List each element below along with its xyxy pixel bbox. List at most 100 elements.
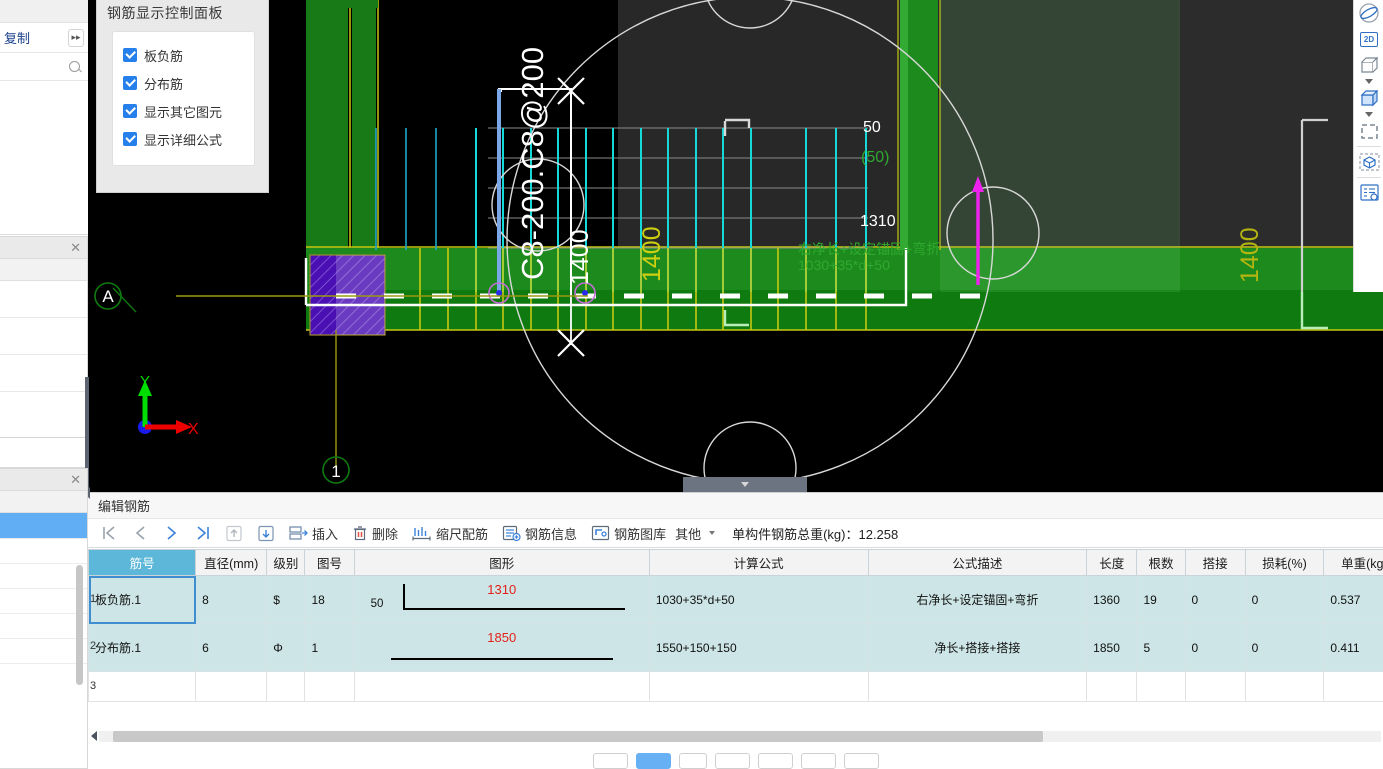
delete-row-button[interactable]: 删除 [345, 520, 405, 546]
page-button[interactable] [592, 753, 628, 769]
cell-loss[interactable]: 0 [1244, 575, 1325, 624]
cell-count[interactable] [1136, 671, 1186, 702]
scale-rebar-button[interactable]: 缩尺配筋 [405, 520, 495, 546]
cell-count[interactable]: 5 [1136, 623, 1186, 672]
col-header-8[interactable]: 根数 [1136, 549, 1186, 576]
cell-shape[interactable]: 50 1310 [353, 575, 650, 624]
last-record-icon[interactable] [187, 520, 218, 546]
viewport-collapse-tab[interactable] [683, 477, 807, 492]
cell-grade[interactable]: Φ [266, 623, 306, 672]
close-icon[interactable]: ✕ [70, 241, 81, 254]
list-item[interactable] [0, 539, 87, 564]
col-header-1[interactable]: 直径(mm) [195, 549, 268, 576]
chevron-down-icon[interactable] [709, 531, 716, 535]
checkbox-checked-icon[interactable] [123, 104, 137, 118]
cell-drawing-no[interactable] [304, 671, 355, 702]
cell-loss[interactable]: 0 [1244, 623, 1325, 672]
cell-unit-weight[interactable] [1323, 671, 1383, 702]
cell-diameter[interactable]: 8 [195, 575, 268, 624]
rebar-option-0[interactable]: 板负筋 [123, 41, 254, 69]
col-header-11[interactable]: 单重(kg) [1323, 549, 1383, 576]
horizontal-scrollbar[interactable] [88, 728, 1383, 744]
page-button[interactable] [678, 753, 707, 769]
isolate-element-icon[interactable] [1354, 149, 1383, 175]
list-item[interactable] [0, 614, 87, 639]
rebar-option-1[interactable]: 分布筋 [123, 69, 254, 97]
page-button[interactable] [714, 753, 750, 769]
cell-description[interactable]: 净长+搭接+搭接 [867, 623, 1088, 672]
col-header-2[interactable]: 级别 [266, 549, 306, 576]
left-copy-row[interactable]: 复制 ▸▸ [0, 23, 88, 53]
cell-unit-weight[interactable]: 0.411 [1323, 623, 1383, 672]
rebar-option-2[interactable]: 显示其它图元 [123, 97, 254, 125]
col-header-7[interactable]: 长度 [1086, 549, 1138, 576]
properties-list-icon[interactable] [1354, 180, 1383, 206]
page-button[interactable] [800, 753, 836, 769]
pagination-bar[interactable] [88, 745, 1383, 769]
move-up-icon[interactable] [218, 520, 250, 546]
rebar-info-button[interactable]: 钢筋信息 [495, 520, 584, 546]
cell-formula[interactable]: 1030+35*d+50 [648, 575, 869, 624]
cell-diameter[interactable] [195, 671, 268, 702]
cell-loss[interactable] [1244, 671, 1325, 702]
vertical-scrollbar[interactable] [76, 565, 83, 685]
cell-diameter[interactable]: 6 [195, 623, 268, 672]
col-header-3[interactable]: 图号 [304, 549, 355, 576]
move-down-icon[interactable] [250, 520, 282, 546]
orbit-icon[interactable] [1354, 0, 1383, 26]
cell-lap[interactable]: 0 [1184, 575, 1246, 624]
page-button[interactable] [843, 753, 879, 769]
list-item[interactable] [0, 355, 87, 392]
cell-formula[interactable] [648, 671, 869, 702]
cell-rebar-name[interactable]: 分布筋.1 [88, 623, 197, 672]
table-row[interactable]: 板负筋.1 8 $ 18 50 1310 1030+35*d+50 右净长+设定… [88, 575, 1383, 624]
search-icon[interactable] [69, 61, 80, 72]
list-item[interactable] [0, 281, 87, 318]
scroll-left-icon[interactable] [91, 731, 97, 741]
scroll-track[interactable] [99, 730, 1381, 742]
col-header-5[interactable]: 计算公式 [648, 549, 869, 576]
expand-right-icon[interactable]: ▸▸ [68, 28, 84, 47]
col-header-6[interactable]: 公式描述 [867, 549, 1088, 576]
prev-record-icon[interactable] [125, 520, 156, 546]
cell-formula[interactable]: 1550+150+150 [648, 623, 869, 672]
cell-lap[interactable]: 0 [1184, 623, 1246, 672]
page-button-active[interactable] [635, 753, 671, 769]
list-item[interactable] [0, 589, 87, 614]
view-3d-solid-icon[interactable] [1354, 85, 1383, 111]
close-icon[interactable]: ✕ [70, 473, 81, 486]
col-header-10[interactable]: 损耗(%) [1244, 549, 1325, 576]
rebar-display-control-panel[interactable]: 钢筋显示控制面板 板负筋 分布筋 显示其它图元 显示详细公式 [96, 0, 269, 193]
checkbox-checked-icon[interactable] [123, 48, 137, 62]
list-item[interactable] [0, 318, 87, 355]
checkbox-checked-icon[interactable] [123, 132, 137, 146]
list-item[interactable] [0, 392, 87, 438]
cell-drawing-no[interactable]: 1 [304, 623, 355, 672]
chevron-down-icon[interactable] [1364, 79, 1373, 84]
cad-viewport[interactable]: A 1 Y X C8-200.C8@200 1400 1400 1400 50 … [88, 0, 1383, 492]
checkbox-checked-icon[interactable] [123, 76, 137, 90]
list-item[interactable] [0, 564, 87, 589]
cell-length[interactable]: 1360 [1086, 575, 1138, 624]
cell-unit-weight[interactable]: 0.537 [1323, 575, 1383, 624]
view-2d-icon[interactable]: 2D [1354, 26, 1383, 52]
insert-row-button[interactable]: 插入 [282, 520, 345, 546]
table-row[interactable] [88, 671, 1383, 702]
other-menu-button[interactable]: 其他 [673, 520, 722, 546]
cell-grade[interactable] [266, 671, 306, 702]
rebar-library-button[interactable]: 钢筋图库 [584, 520, 673, 546]
col-header-4[interactable]: 图形 [353, 549, 650, 576]
rebar-option-3[interactable]: 显示详细公式 [123, 125, 254, 153]
next-record-icon[interactable] [156, 520, 187, 546]
col-header-9[interactable]: 搭接 [1184, 549, 1246, 576]
page-button[interactable] [757, 753, 793, 769]
cell-length[interactable] [1086, 671, 1138, 702]
left-search-row[interactable] [0, 53, 88, 81]
first-record-icon[interactable] [94, 520, 125, 546]
rebar-table-container[interactable]: 筋号 直径(mm) 级别 图号 图形 计算公式 公式描述 长度 根数 搭接 损耗… [88, 549, 1383, 735]
cell-count[interactable]: 19 [1136, 575, 1186, 624]
marquee-select-icon[interactable] [1354, 118, 1383, 144]
cell-shape[interactable] [353, 671, 650, 702]
cell-length[interactable]: 1850 [1086, 623, 1138, 672]
cell-shape[interactable]: 1850 [353, 623, 650, 672]
